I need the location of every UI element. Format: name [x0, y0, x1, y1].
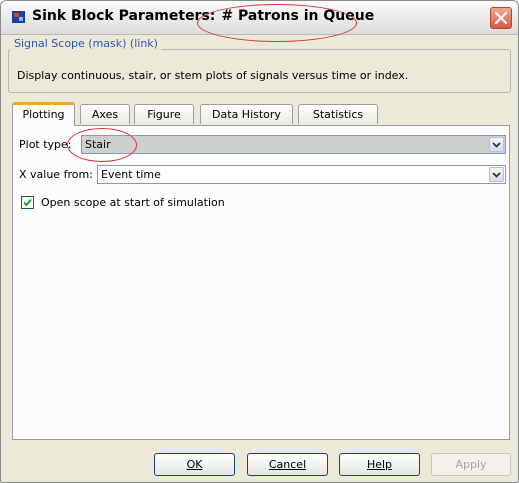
tab-statistics[interactable]: Statistics: [298, 104, 378, 124]
plot-type-label: Plot type:: [19, 138, 72, 151]
tab-plotting[interactable]: Plotting: [12, 102, 75, 126]
title-block-name: # Patrons in Queue: [221, 8, 375, 24]
close-button[interactable]: [490, 7, 512, 29]
help-button[interactable]: Help: [339, 453, 420, 476]
open-scope-label[interactable]: Open scope at start of simulation: [41, 196, 225, 209]
apply-button[interactable]: Apply: [431, 453, 511, 476]
chevron-down-icon: [492, 142, 501, 148]
title-prefix: Sink Block Parameters:: [32, 8, 216, 24]
open-scope-checkbox[interactable]: [21, 196, 34, 209]
tab-figure[interactable]: Figure: [134, 104, 194, 124]
ok-label: OK: [186, 458, 203, 471]
plot-type-select[interactable]: Stair: [81, 135, 506, 154]
x-value-dropdown-button[interactable]: [489, 167, 504, 182]
tab-data-history[interactable]: Data History: [200, 104, 293, 124]
window-title: Sink Block Parameters: # Patrons in Queue: [32, 8, 374, 24]
apply-label: Apply: [455, 458, 487, 471]
x-value-value: Event time: [101, 168, 161, 181]
cancel-label: Cancel: [268, 458, 307, 471]
checkmark-icon: [23, 198, 32, 207]
mask-legend[interactable]: Signal Scope (mask) (link): [11, 37, 161, 50]
x-value-select[interactable]: Event time: [97, 165, 506, 184]
help-label: Help: [366, 458, 393, 471]
close-icon: [495, 12, 507, 24]
plot-type-value: Stair: [85, 138, 111, 151]
cancel-button[interactable]: Cancel: [247, 453, 328, 476]
simulink-block-icon: [12, 11, 25, 23]
chevron-down-icon: [492, 172, 501, 178]
x-value-label: X value from:: [19, 168, 93, 181]
tab-axes[interactable]: Axes: [80, 104, 130, 124]
plotting-panel: Plot type: Stair X value from: Event tim…: [12, 125, 510, 440]
title-bar[interactable]: Sink Block Parameters: # Patrons in Queue: [1, 1, 518, 42]
ok-button[interactable]: OK: [154, 453, 235, 476]
sink-block-parameters-dialog: Sink Block Parameters: # Patrons in Queue…: [0, 0, 519, 483]
mask-description: Display continuous, stair, or stem plots…: [17, 69, 409, 82]
tab-bar: Plotting Axes Figure Data History Statis…: [12, 102, 482, 126]
plot-type-dropdown-button[interactable]: [489, 137, 504, 152]
